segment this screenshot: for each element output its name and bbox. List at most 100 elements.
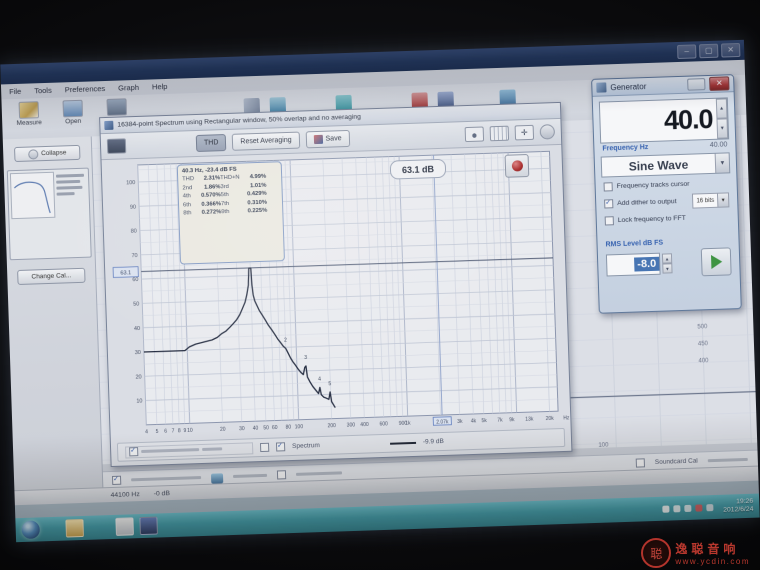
spectrum-visible-checkbox[interactable] bbox=[275, 442, 286, 452]
start-button[interactable] bbox=[21, 520, 41, 540]
svg-text:20: 20 bbox=[136, 374, 142, 380]
svg-text:600: 600 bbox=[379, 421, 388, 427]
thd-value: 2.31% bbox=[203, 175, 221, 182]
menu-item-preferences[interactable]: Preferences bbox=[65, 84, 106, 94]
rms-level-stepper[interactable]: ▲ ▼ bbox=[661, 253, 673, 274]
thd-toggle-button[interactable]: THD bbox=[195, 134, 227, 153]
legend-series-label: Spectrum bbox=[291, 442, 321, 450]
help-icon[interactable] bbox=[539, 124, 556, 140]
rms-level-value: -8.0 bbox=[634, 256, 660, 272]
measure-label: Measure bbox=[16, 119, 42, 127]
generator-titlebar[interactable]: Generator ✕ bbox=[592, 75, 734, 97]
thd-value: 0.310% bbox=[247, 199, 268, 206]
svg-text:2: 2 bbox=[284, 338, 287, 344]
tray-language-icon[interactable] bbox=[705, 503, 714, 511]
tray-network-icon[interactable] bbox=[673, 504, 681, 512]
thd-label: 4th bbox=[182, 193, 191, 200]
open-label: Open bbox=[65, 117, 82, 126]
thd-values-grid: THD 2.31% THD+N 4.99% 2nd 1.86% 3rd 1.01% 4th 0.5… bbox=[182, 173, 278, 217]
taskbar-clock[interactable]: 19:26 2012/6/24 bbox=[723, 497, 754, 515]
menu-item-file[interactable]: File bbox=[9, 87, 21, 96]
svg-text:500: 500 bbox=[697, 324, 708, 330]
generator-title-text: Generator bbox=[610, 81, 647, 92]
monitor-view-icon[interactable] bbox=[464, 126, 485, 143]
generator-close-button[interactable]: ✕ bbox=[709, 76, 730, 91]
svg-text:8: 8 bbox=[178, 428, 181, 434]
thd-value: 1.86% bbox=[203, 183, 221, 191]
reset-averaging-button[interactable]: Reset Averaging bbox=[232, 131, 300, 151]
spectrum-plot[interactable]: 10090807060504030201063.14 5 6 7 8 9 10 20 30 40 5… bbox=[101, 143, 570, 440]
frequency-exact-value: 40.00 bbox=[709, 141, 728, 149]
change-cal-button[interactable]: Change Cal... bbox=[17, 267, 86, 286]
svg-text:50: 50 bbox=[263, 425, 269, 431]
generator-minimize-button[interactable] bbox=[687, 78, 706, 91]
svg-text:1k: 1k bbox=[405, 421, 411, 427]
open-button[interactable]: Open bbox=[56, 99, 91, 126]
svg-text:80: 80 bbox=[285, 425, 291, 431]
option-checkbox[interactable] bbox=[603, 182, 613, 192]
svg-text:3: 3 bbox=[304, 355, 307, 361]
save-disk-icon bbox=[106, 98, 128, 116]
svg-text:Hz: Hz bbox=[563, 415, 570, 421]
frequency-label: Frequency Hz bbox=[602, 144, 649, 153]
measurement-meta bbox=[55, 171, 89, 256]
taskbar-app-icon[interactable] bbox=[115, 517, 134, 536]
menu-item-graph[interactable]: Graph bbox=[118, 83, 139, 93]
taskbar-explorer-icon[interactable] bbox=[65, 518, 84, 538]
collapse-label: Collapse bbox=[40, 149, 67, 158]
minimize-button[interactable]: – bbox=[677, 44, 697, 60]
frequency-stepper[interactable]: ▲ ▼ bbox=[715, 98, 729, 139]
grid-view-icon[interactable] bbox=[489, 125, 510, 142]
freeze-checkbox[interactable] bbox=[276, 469, 287, 480]
option-checkbox[interactable] bbox=[604, 199, 614, 209]
close-button[interactable]: ✕ bbox=[720, 42, 741, 58]
legend-checkbox[interactable] bbox=[111, 475, 122, 485]
fit-to-data-icon[interactable]: ✛ bbox=[514, 124, 535, 141]
thd-label: THD bbox=[182, 176, 195, 183]
reset-averaging-label: Reset Averaging bbox=[240, 136, 292, 146]
record-button[interactable] bbox=[504, 153, 530, 178]
tray-show-hidden-icon[interactable] bbox=[662, 505, 670, 513]
save-measurement-button[interactable]: Save bbox=[305, 129, 350, 149]
svg-text:20k: 20k bbox=[546, 416, 555, 422]
thd-label: 8th bbox=[183, 210, 192, 217]
svg-text:4k: 4k bbox=[471, 418, 477, 424]
svg-text:20: 20 bbox=[220, 427, 226, 433]
svg-text:10: 10 bbox=[187, 428, 193, 434]
measure-button[interactable]: Measure bbox=[12, 101, 47, 127]
svg-text:2.07k: 2.07k bbox=[436, 419, 449, 425]
save-chart-icon bbox=[313, 134, 323, 145]
generator-play-button[interactable] bbox=[700, 247, 732, 277]
spectrum-line-swatch bbox=[389, 441, 416, 445]
svg-text:70: 70 bbox=[131, 253, 137, 259]
svg-text:7k: 7k bbox=[497, 417, 503, 423]
tray-volume-icon[interactable] bbox=[683, 504, 692, 512]
menu-item-help[interactable]: Help bbox=[152, 82, 168, 92]
dither-bits-select[interactable]: 16 bits ▼ bbox=[692, 192, 730, 209]
thd-label: 3rd bbox=[220, 183, 229, 190]
soundcard-cal-checkbox[interactable] bbox=[635, 457, 645, 468]
rta-save-label: Save bbox=[325, 135, 342, 143]
watermark-name: 逸聪音响 bbox=[675, 542, 740, 556]
menu-item-tools[interactable]: Tools bbox=[34, 86, 52, 96]
change-cal-label: Change Cal... bbox=[31, 272, 72, 281]
rms-level-input[interactable]: -8.0 bbox=[605, 252, 661, 277]
svg-text:450: 450 bbox=[698, 341, 709, 347]
svg-text:60: 60 bbox=[132, 277, 138, 283]
legend-icon bbox=[210, 473, 224, 484]
collapse-button[interactable]: Collapse bbox=[14, 144, 81, 163]
watermark-seal-icon: 聪 bbox=[641, 538, 672, 568]
measurement-item[interactable] bbox=[6, 167, 92, 261]
svg-text:40: 40 bbox=[134, 326, 140, 332]
option-checkbox[interactable] bbox=[604, 216, 614, 226]
option-checkbox[interactable] bbox=[259, 442, 270, 453]
svg-text:40: 40 bbox=[253, 426, 259, 432]
option-label: Add dither to output bbox=[617, 198, 677, 208]
input-select-icon[interactable] bbox=[106, 138, 127, 154]
maximize-button[interactable]: ▢ bbox=[698, 43, 719, 59]
taskbar-rew-icon[interactable] bbox=[139, 516, 158, 536]
peak-level-badge: 63.1 dB bbox=[389, 158, 447, 180]
smoothing-options-group[interactable] bbox=[125, 441, 254, 459]
tray-alert-icon[interactable] bbox=[694, 503, 703, 512]
measure-icon bbox=[18, 101, 40, 119]
